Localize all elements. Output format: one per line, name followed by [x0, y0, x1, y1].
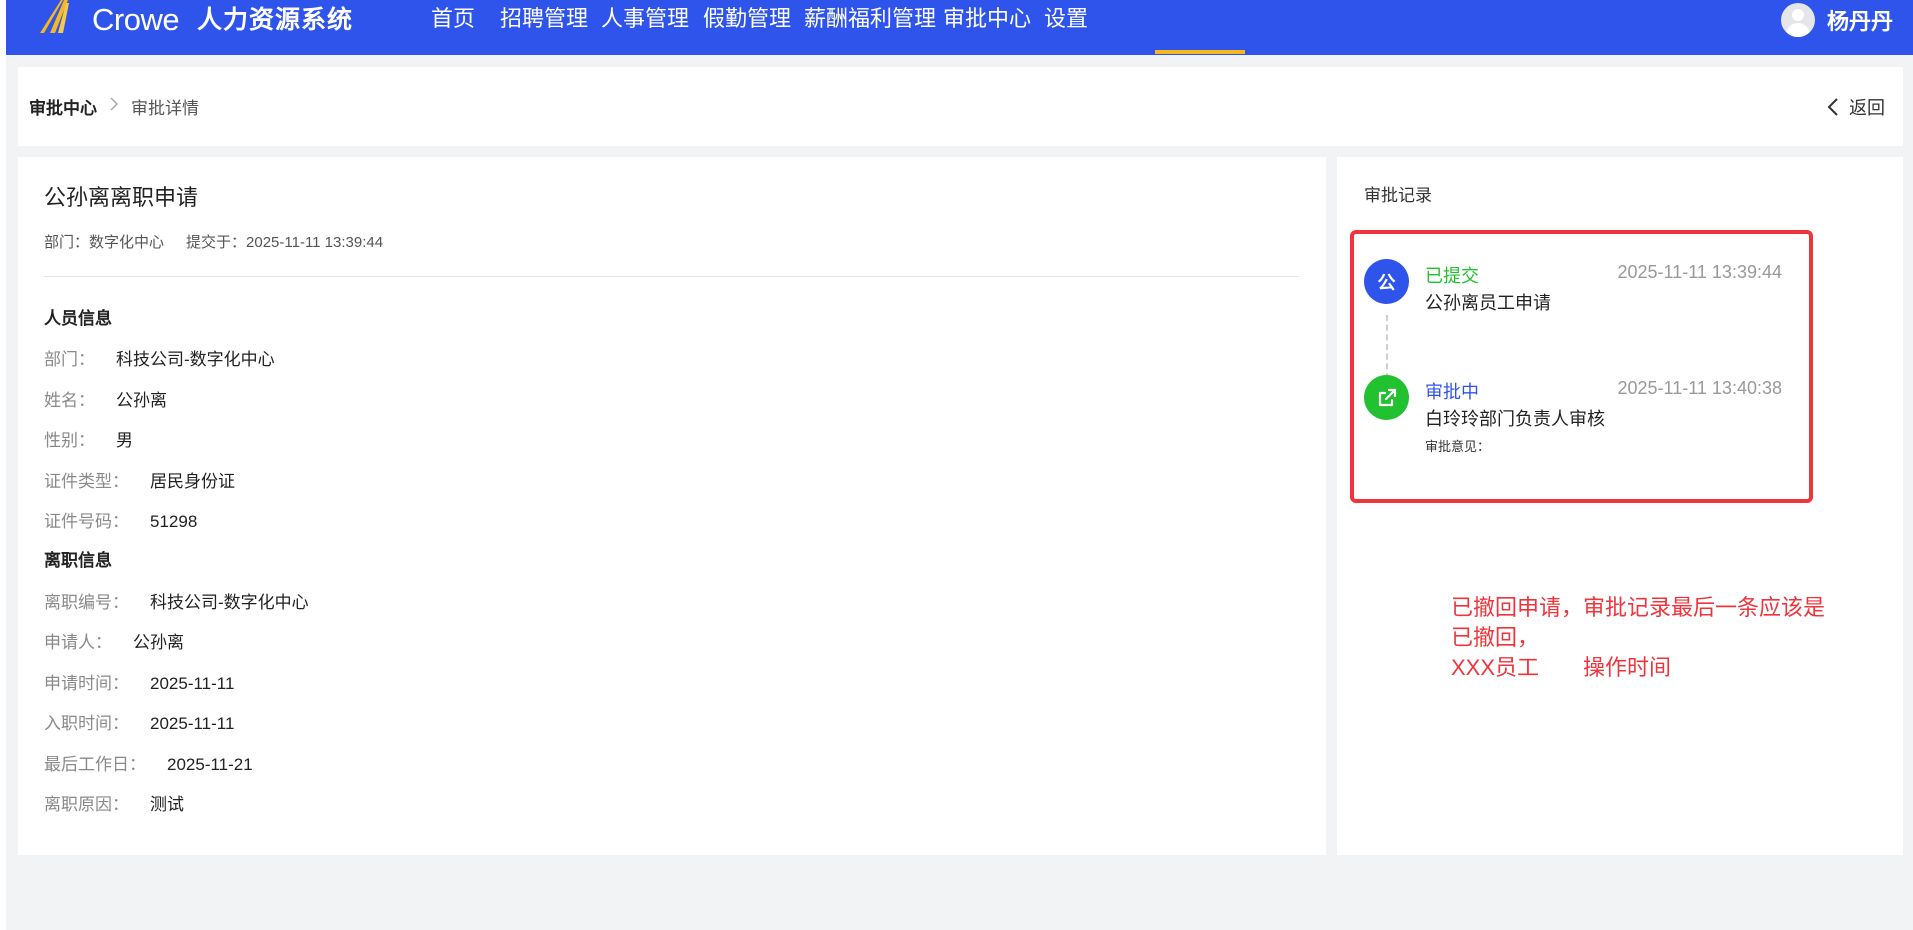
- submitted-meta: 提交于：2025-11-11 13:39:44: [186, 234, 384, 251]
- field-value: 2025-11-11: [150, 714, 235, 733]
- breadcrumb-bar: 审批中心 审批详情 返回: [18, 67, 1903, 146]
- field-label: 申请人：: [44, 633, 112, 652]
- annotation-note: 已撤回申请，审批记录最后一条应该是 已撤回， XXX员工 操作时间: [1451, 593, 1871, 683]
- divider: [44, 276, 1299, 277]
- field-name: 姓名： 公孙离: [44, 386, 167, 411]
- breadcrumb-current: 审批详情: [131, 99, 199, 118]
- field-value: 2025-11-21: [167, 755, 253, 774]
- field-value: 科技公司-数字化中心: [116, 350, 275, 369]
- annotation-line: 已撤回，: [1451, 625, 1540, 650]
- back-label[interactable]: 返回: [1849, 94, 1885, 120]
- field-value: 公孙离: [133, 633, 184, 652]
- department-meta: 部门：数字化中心: [44, 234, 165, 251]
- chevron-right-icon: [109, 97, 119, 116]
- field-label: 性别：: [44, 431, 95, 450]
- nav-home[interactable]: 首页: [431, 0, 475, 40]
- field-value: 2025-11-11: [150, 674, 235, 693]
- field-label: 最后工作日：: [44, 755, 146, 774]
- annotation-highlight-box: [1350, 230, 1813, 503]
- field-resignation-no: 离职编号： 科技公司-数字化中心: [44, 588, 309, 613]
- breadcrumb: 审批中心 审批详情: [29, 67, 199, 146]
- field-apply-date: 申请时间： 2025-11-11: [44, 669, 234, 694]
- field-hire-date: 入职时间： 2025-11-11: [44, 709, 234, 734]
- left-edge: [0, 0, 6, 930]
- field-label: 申请时间：: [44, 674, 129, 693]
- field-label: 姓名：: [44, 391, 95, 410]
- nav-compensation[interactable]: 薪酬福利管理: [804, 0, 936, 40]
- approval-record-title: 审批记录: [1364, 186, 1432, 205]
- nav-recruitment[interactable]: 招聘管理: [500, 0, 588, 40]
- field-gender: 性别： 男: [44, 426, 133, 451]
- field-id-type: 证件类型： 居民身份证: [44, 467, 235, 492]
- annotation-line: XXX员工 操作时间: [1451, 655, 1672, 680]
- top-nav-bar: Crowe 人力资源系统 首页 招聘管理 人事管理 假勤管理 薪酬福利管理 审批…: [6, 0, 1913, 55]
- field-value: 51298: [150, 512, 198, 531]
- field-applicant: 申请人： 公孙离: [44, 628, 184, 653]
- breadcrumb-root[interactable]: 审批中心: [29, 94, 97, 119]
- annotation-line: 已撤回申请，审批记录最后一条应该是: [1451, 595, 1826, 620]
- field-value: 测试: [150, 795, 184, 814]
- field-id-number: 证件号码： 51298: [44, 507, 197, 532]
- personnel-section-title: 人员信息: [44, 309, 112, 328]
- page-title: 公孙离离职申请: [44, 185, 199, 210]
- field-value: 男: [116, 431, 133, 450]
- field-label: 离职编号：: [44, 593, 129, 612]
- field-value: 居民身份证: [150, 472, 235, 491]
- system-name: 人力资源系统: [197, 6, 354, 34]
- chevron-left-icon: [1827, 97, 1838, 116]
- active-nav-indicator: [1155, 50, 1245, 54]
- field-value: 科技公司-数字化中心: [150, 593, 309, 612]
- field-label: 入职时间：: [44, 714, 129, 733]
- detail-meta: 部门：数字化中心 提交于：2025-11-11 13:39:44: [44, 231, 383, 252]
- crowe-logo-icon: [40, 0, 69, 33]
- avatar[interactable]: [1780, 3, 1815, 37]
- field-value: 公孙离: [116, 391, 167, 410]
- field-last-workday: 最后工作日： 2025-11-21: [44, 750, 253, 775]
- field-label: 部门：: [44, 350, 95, 369]
- resignation-section-title: 离职信息: [44, 551, 112, 570]
- nav-settings[interactable]: 设置: [1044, 0, 1088, 40]
- nav-personnel[interactable]: 人事管理: [601, 0, 689, 40]
- field-label: 离职原因：: [44, 795, 129, 814]
- field-label: 证件号码：: [44, 512, 129, 531]
- brand-name: Crowe: [92, 2, 180, 37]
- user-menu[interactable]: 杨丹丹: [1780, 0, 1893, 40]
- nav-approval-center[interactable]: 审批中心: [943, 0, 1031, 40]
- back-button[interactable]: 返回: [1827, 67, 1885, 146]
- field-department: 部门： 科技公司-数字化中心: [44, 345, 275, 370]
- nav-attendance[interactable]: 假勤管理: [703, 0, 791, 40]
- field-reason: 离职原因： 测试: [44, 790, 184, 815]
- username[interactable]: 杨丹丹: [1827, 4, 1893, 36]
- field-label: 证件类型：: [44, 472, 129, 491]
